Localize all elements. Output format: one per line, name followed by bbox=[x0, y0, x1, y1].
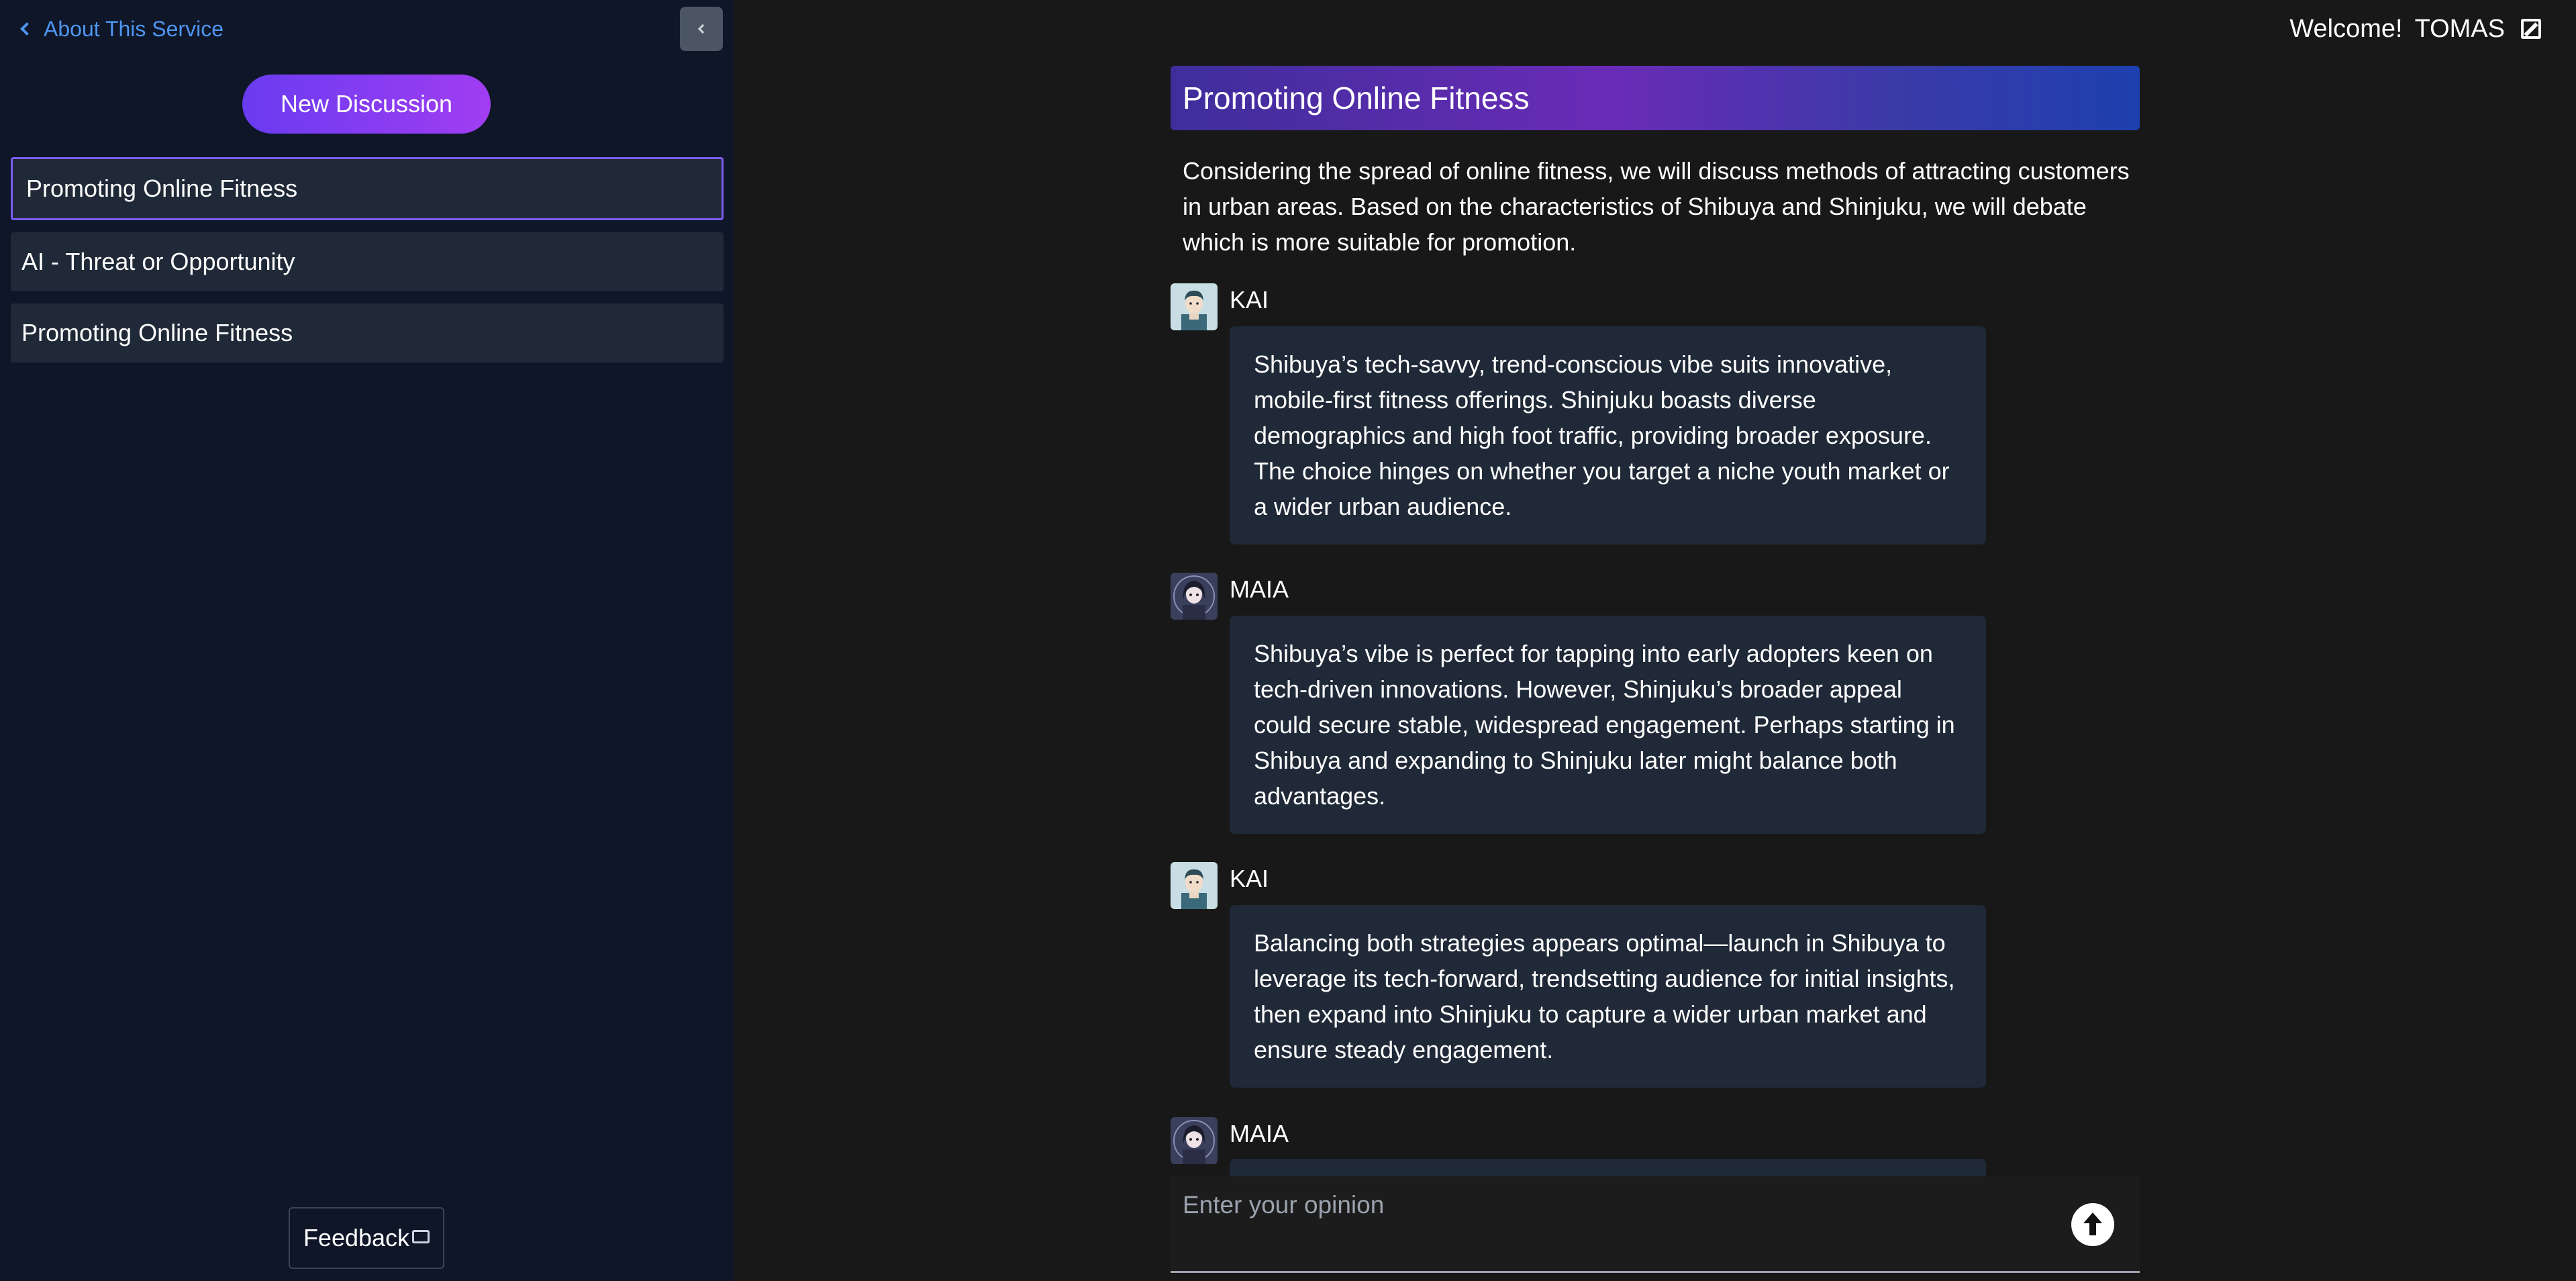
conversation-item-active[interactable]: Promoting Online Fitness bbox=[11, 157, 724, 220]
send-button[interactable] bbox=[2071, 1203, 2114, 1246]
new-discussion-button[interactable]: New Discussion bbox=[242, 75, 491, 134]
maia-avatar bbox=[1171, 1117, 1218, 1164]
edit-icon[interactable] bbox=[2521, 19, 2541, 39]
speaker-name: MAIA bbox=[1230, 1120, 1289, 1147]
speaker-name: KAI bbox=[1230, 865, 1269, 892]
maia-avatar bbox=[1171, 573, 1218, 620]
collapse-sidebar-button[interactable] bbox=[680, 7, 723, 51]
message-bubble: Shibuya’s vibe is perfect for tapping in… bbox=[1230, 616, 1986, 834]
sidebar: About This Service New Discussion Promot… bbox=[0, 0, 734, 1281]
kai-avatar bbox=[1171, 283, 1218, 330]
topic-title: Promoting Online Fitness bbox=[1183, 81, 1530, 115]
welcome-header: Welcome! TOMAS bbox=[2289, 12, 2541, 46]
feedback-icon bbox=[412, 1230, 430, 1243]
welcome-label: Welcome! bbox=[2289, 14, 2403, 43]
speaker-name: MAIA bbox=[1230, 575, 1289, 603]
send-arrow-icon bbox=[2083, 1213, 2102, 1235]
conversation-item[interactable]: Promoting Online Fitness bbox=[11, 303, 724, 363]
conversation-item[interactable]: AI - Threat or Opportunity bbox=[11, 232, 724, 291]
opinion-input-placeholder: Enter your opinion bbox=[1183, 1191, 1385, 1219]
conversation-item-label: AI - Threat or Opportunity bbox=[21, 248, 295, 275]
speaker-name: KAI bbox=[1230, 286, 1269, 314]
about-service-link[interactable]: About This Service bbox=[18, 12, 224, 46]
message-bubble: Balancing both strategies appears optima… bbox=[1230, 905, 1986, 1088]
conversation-item-label: Promoting Online Fitness bbox=[26, 175, 298, 202]
conversation-item-label: Promoting Online Fitness bbox=[21, 319, 293, 346]
feedback-label: Feedback bbox=[303, 1224, 410, 1251]
feedback-button[interactable]: Feedback bbox=[289, 1207, 444, 1269]
kai-avatar bbox=[1171, 862, 1218, 909]
opinion-input[interactable]: Enter your opinion bbox=[1171, 1176, 2140, 1273]
topic-title-banner: Promoting Online Fitness bbox=[1171, 66, 2140, 130]
collapse-sidebar-icon bbox=[697, 23, 708, 34]
conversation-list: Promoting Online Fitness AI - Threat or … bbox=[11, 157, 724, 375]
topic-description: Considering the spread of online fitness… bbox=[1183, 157, 2130, 256]
about-service-label: About This Service bbox=[44, 16, 224, 41]
username: TOMAS bbox=[2414, 14, 2505, 43]
message-bubble: Shibuya’s tech-savvy, trend-conscious vi… bbox=[1230, 326, 1986, 544]
chevron-left-icon bbox=[20, 22, 34, 36]
